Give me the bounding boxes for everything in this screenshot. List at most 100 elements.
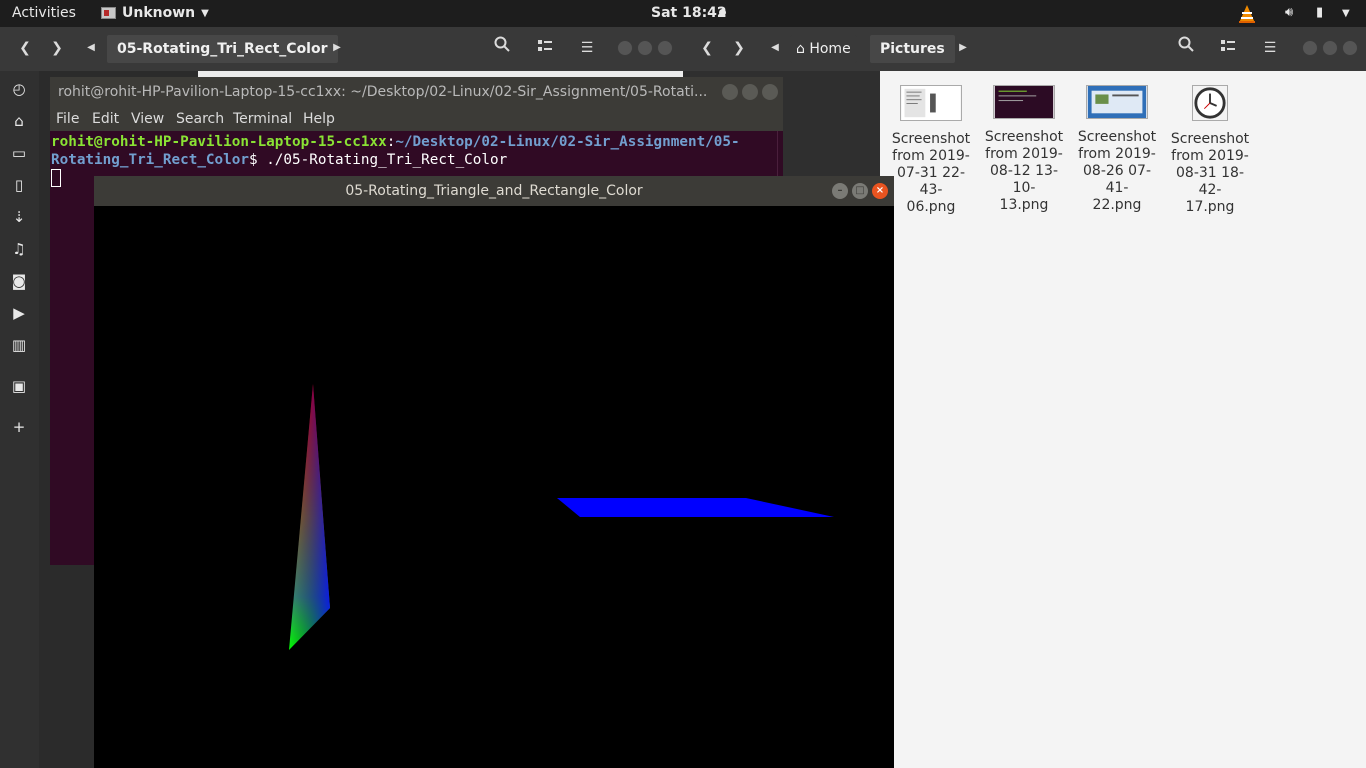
- file-name-line: 08-12 13-10-: [990, 163, 1058, 196]
- plus-icon[interactable]: +: [9, 417, 29, 437]
- opengl-window-title[interactable]: 05-Rotating_Triangle_and_Rectangle_Color: [94, 176, 894, 206]
- prompt-path: Rotating_Tri_Rect_Color: [51, 152, 249, 168]
- menu-icon[interactable]: ☰: [1256, 35, 1284, 61]
- rotating-triangle-blue-shade: [289, 384, 330, 650]
- file-name-line: from 2019-: [892, 148, 970, 164]
- view-toggle-icon[interactable]: [1214, 35, 1242, 61]
- home-path-button[interactable]: ⌂ Home: [790, 35, 857, 63]
- opengl-window: 05-Rotating_Triangle_and_Rectangle_Color…: [94, 176, 894, 768]
- path-right-icon[interactable]: ▶: [954, 35, 972, 61]
- close-button[interactable]: [762, 84, 778, 100]
- minimize-button[interactable]: [617, 40, 633, 56]
- minimize-button[interactable]: [722, 84, 738, 100]
- terminal-line: Rotating_Tri_Rect_Color$ ./05-Rotating_T…: [51, 151, 776, 169]
- drive-icon[interactable]: ▣: [9, 376, 29, 396]
- minimize-button[interactable]: –: [832, 183, 848, 199]
- menu-view[interactable]: View: [131, 111, 164, 127]
- prompt-path: ~/Desktop/02-Linux/02-Sir_Assignment/05-: [395, 134, 740, 150]
- home-icon[interactable]: ⌂: [9, 111, 29, 131]
- menu-terminal[interactable]: Terminal: [233, 111, 292, 127]
- search-icon[interactable]: [488, 35, 516, 61]
- close-button[interactable]: [1342, 40, 1358, 56]
- trash-icon[interactable]: ▥: [9, 335, 29, 355]
- file-item[interactable]: Screenshot from 2019- 08-26 07-41- 22.pn…: [1072, 81, 1162, 214]
- close-button[interactable]: [657, 40, 673, 56]
- terminal-menubar: File Edit View Search Terminal Help: [50, 107, 783, 131]
- terminal-title[interactable]: rohit@rohit-HP-Pavilion-Laptop-15-cc1xx:…: [50, 77, 783, 107]
- app-icon: [101, 7, 116, 19]
- file-name-line: Screenshot: [1077, 129, 1157, 145]
- file-name-line: Screenshot: [1170, 131, 1250, 147]
- menu-file[interactable]: File: [56, 111, 79, 127]
- back-icon[interactable]: ❮: [694, 35, 720, 61]
- download-icon[interactable]: ⇣: [9, 207, 29, 227]
- files-window-header-left: ❮ ❯ ◀ 05-Rotating_Tri_Rect_Color ▶ ☰: [0, 27, 690, 71]
- dock: ◴ ⌂ ▭ ▯ ⇣ ♫ ◙ ▶ ▥ ▣ +: [0, 71, 39, 768]
- pictures-path-button[interactable]: Pictures: [870, 35, 955, 63]
- prompt-user: rohit@rohit-HP-Pavilion-Laptop-15-cc1xx: [51, 134, 387, 150]
- search-icon[interactable]: [1172, 35, 1200, 61]
- chevron-down-icon: ▼: [201, 7, 209, 19]
- file-name-line: Screenshot: [984, 129, 1064, 145]
- file-name-line: 08-26 07-41-: [1083, 163, 1151, 196]
- maximize-button[interactable]: □: [852, 183, 868, 199]
- file-name-line: 13.png: [999, 197, 1049, 213]
- back-icon[interactable]: ❮: [12, 35, 38, 61]
- home-icon: ⌂: [796, 41, 805, 57]
- menu-icon[interactable]: ☰: [573, 35, 601, 61]
- file-name-line: 22.png: [1092, 197, 1142, 213]
- terminal-line: rohit@rohit-HP-Pavilion-Laptop-15-cc1xx:…: [51, 133, 776, 151]
- files-content: Screenshot from 2019- 07-31 22-43- 06.pn…: [880, 71, 1366, 768]
- maximize-button[interactable]: [742, 84, 758, 100]
- forward-icon[interactable]: ❯: [726, 35, 752, 61]
- file-name-line: 17.png: [1185, 199, 1235, 215]
- maximize-button[interactable]: [637, 40, 653, 56]
- file-name-line: from 2019-: [985, 146, 1063, 162]
- view-toggle-icon[interactable]: [531, 35, 559, 61]
- clock-icon[interactable]: ◴: [9, 79, 29, 99]
- close-button[interactable]: ×: [872, 183, 888, 199]
- file-item[interactable]: Screenshot from 2019- 08-31 18-42- 17.pn…: [1165, 81, 1255, 216]
- menu-search[interactable]: Search: [176, 111, 224, 127]
- clock-file-icon: [1192, 85, 1228, 121]
- gl-scene: [289, 384, 834, 650]
- path-left-icon[interactable]: ◀: [82, 35, 100, 61]
- file-name-line: Screenshot: [891, 131, 971, 147]
- desktop: Activities Unknown ▼ Sat 18:42 🔊︎ ▮ ▼ ❮ …: [0, 0, 1366, 768]
- path-right-icon[interactable]: ▶: [328, 35, 346, 61]
- vlc-icon[interactable]: [1238, 4, 1256, 24]
- opengl-canvas[interactable]: [94, 206, 894, 768]
- file-thumbnail: [1086, 85, 1148, 119]
- path-left-icon[interactable]: ◀: [766, 35, 784, 61]
- video-icon[interactable]: ▶: [9, 303, 29, 323]
- camera-icon[interactable]: ◙: [9, 271, 29, 291]
- file-item[interactable]: Screenshot from 2019- 08-12 13-10- 13.pn…: [979, 81, 1069, 214]
- rotating-rectangle: [557, 498, 834, 517]
- text-cursor: [51, 169, 61, 187]
- home-label: Home: [809, 41, 851, 57]
- music-icon[interactable]: ♫: [9, 239, 29, 259]
- terminal-body[interactable]: rohit@rohit-HP-Pavilion-Laptop-15-cc1xx:…: [51, 133, 776, 187]
- path-button[interactable]: 05-Rotating_Tri_Rect_Color: [107, 35, 338, 63]
- menu-help[interactable]: Help: [303, 111, 335, 127]
- file-thumbnail: [993, 85, 1055, 119]
- folder-icon[interactable]: ▭: [9, 143, 29, 163]
- forward-icon[interactable]: ❯: [44, 35, 70, 61]
- maximize-button[interactable]: [1322, 40, 1338, 56]
- volume-icon[interactable]: 🔊︎: [1285, 5, 1293, 20]
- command: $ ./05-Rotating_Tri_Rect_Color: [248, 152, 508, 168]
- file-name-line: from 2019-: [1171, 148, 1249, 164]
- system-menu-chevron-icon[interactable]: ▼: [1342, 8, 1350, 19]
- file-name-line: from 2019-: [1078, 146, 1156, 162]
- notification-dot-icon: [719, 9, 726, 16]
- top-bar: Activities Unknown ▼ Sat 18:42 🔊︎ ▮ ▼: [0, 0, 1366, 27]
- app-menu[interactable]: Unknown ▼: [101, 5, 209, 21]
- clock[interactable]: Sat 18:42: [651, 5, 727, 21]
- activities-button[interactable]: Activities: [12, 5, 76, 21]
- minimize-button[interactable]: [1302, 40, 1318, 56]
- menu-edit[interactable]: Edit: [92, 111, 119, 127]
- battery-icon[interactable]: ▮: [1316, 5, 1323, 20]
- file-name-line: 07-31 22-43-: [897, 165, 965, 198]
- document-icon[interactable]: ▯: [9, 175, 29, 195]
- file-item[interactable]: Screenshot from 2019- 07-31 22-43- 06.pn…: [886, 81, 976, 216]
